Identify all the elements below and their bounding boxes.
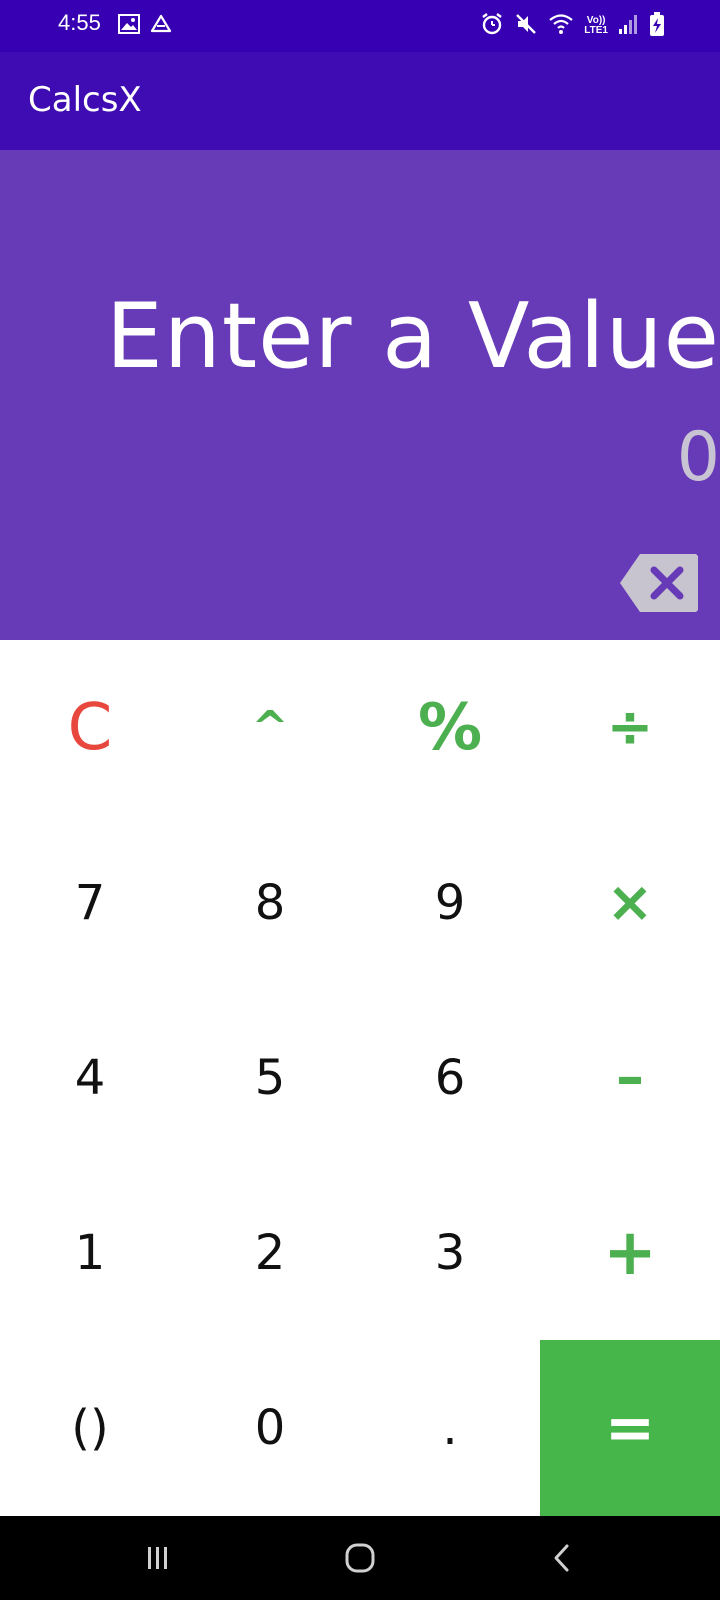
- subtract-button[interactable]: –: [540, 990, 720, 1165]
- digit-6-button[interactable]: 6: [360, 990, 540, 1165]
- backspace-button[interactable]: [618, 552, 700, 614]
- status-right-icons: Vo)) LTE1: [480, 12, 664, 40]
- digit-5-button[interactable]: 5: [180, 990, 360, 1165]
- digit-7-button[interactable]: 7: [0, 815, 180, 990]
- digit-0-button[interactable]: 0: [180, 1340, 360, 1515]
- wifi-icon: [548, 12, 574, 40]
- percent-button[interactable]: %: [360, 640, 540, 815]
- network-label-bottom: LTE1: [584, 25, 608, 36]
- image-icon: [118, 14, 140, 38]
- volte-icon: Vo)) LTE1: [584, 16, 608, 36]
- home-button[interactable]: [330, 1534, 390, 1582]
- add-button[interactable]: +: [540, 1165, 720, 1340]
- status-time: 4:55: [58, 10, 101, 35]
- calculator-display: Enter a Value 0: [0, 150, 720, 640]
- keypad: C ^ % ÷ 7 8 9 × 4 5 6 – 1 2 3 + () 0 . =: [0, 640, 720, 1516]
- digit-3-button[interactable]: 3: [360, 1165, 540, 1340]
- mute-icon: [514, 12, 538, 40]
- digit-8-button[interactable]: 8: [180, 815, 360, 990]
- alarm-icon: [480, 12, 504, 40]
- decimal-button[interactable]: .: [360, 1340, 540, 1515]
- signal-icon: [618, 13, 640, 39]
- clear-button[interactable]: C: [0, 640, 180, 815]
- result-preview: 0: [676, 418, 720, 497]
- battery-charging-icon: [650, 12, 664, 40]
- system-nav-bar: [0, 1516, 720, 1600]
- digit-4-button[interactable]: 4: [0, 990, 180, 1165]
- digit-9-button[interactable]: 9: [360, 815, 540, 990]
- backspace-icon: [620, 554, 698, 612]
- back-button[interactable]: [532, 1534, 592, 1582]
- app-bar: CalcsX: [0, 52, 720, 150]
- parentheses-button[interactable]: (): [0, 1340, 180, 1515]
- recents-icon: [148, 1547, 167, 1569]
- multiply-button[interactable]: ×: [540, 815, 720, 990]
- expression-field[interactable]: Enter a Value: [106, 284, 720, 389]
- power-button[interactable]: ^: [180, 640, 360, 815]
- equals-button[interactable]: =: [540, 1340, 720, 1516]
- status-bar: 4:55 Vo)) LTE1: [0, 0, 720, 52]
- home-icon: [345, 1543, 375, 1573]
- recents-button[interactable]: [128, 1534, 188, 1582]
- app-title: CalcsX: [28, 80, 142, 120]
- back-icon: [554, 1544, 569, 1572]
- divide-button[interactable]: ÷: [540, 640, 720, 815]
- drive-icon: [150, 14, 172, 38]
- digit-2-button[interactable]: 2: [180, 1165, 360, 1340]
- status-left-icons: [118, 14, 172, 38]
- digit-1-button[interactable]: 1: [0, 1165, 180, 1340]
